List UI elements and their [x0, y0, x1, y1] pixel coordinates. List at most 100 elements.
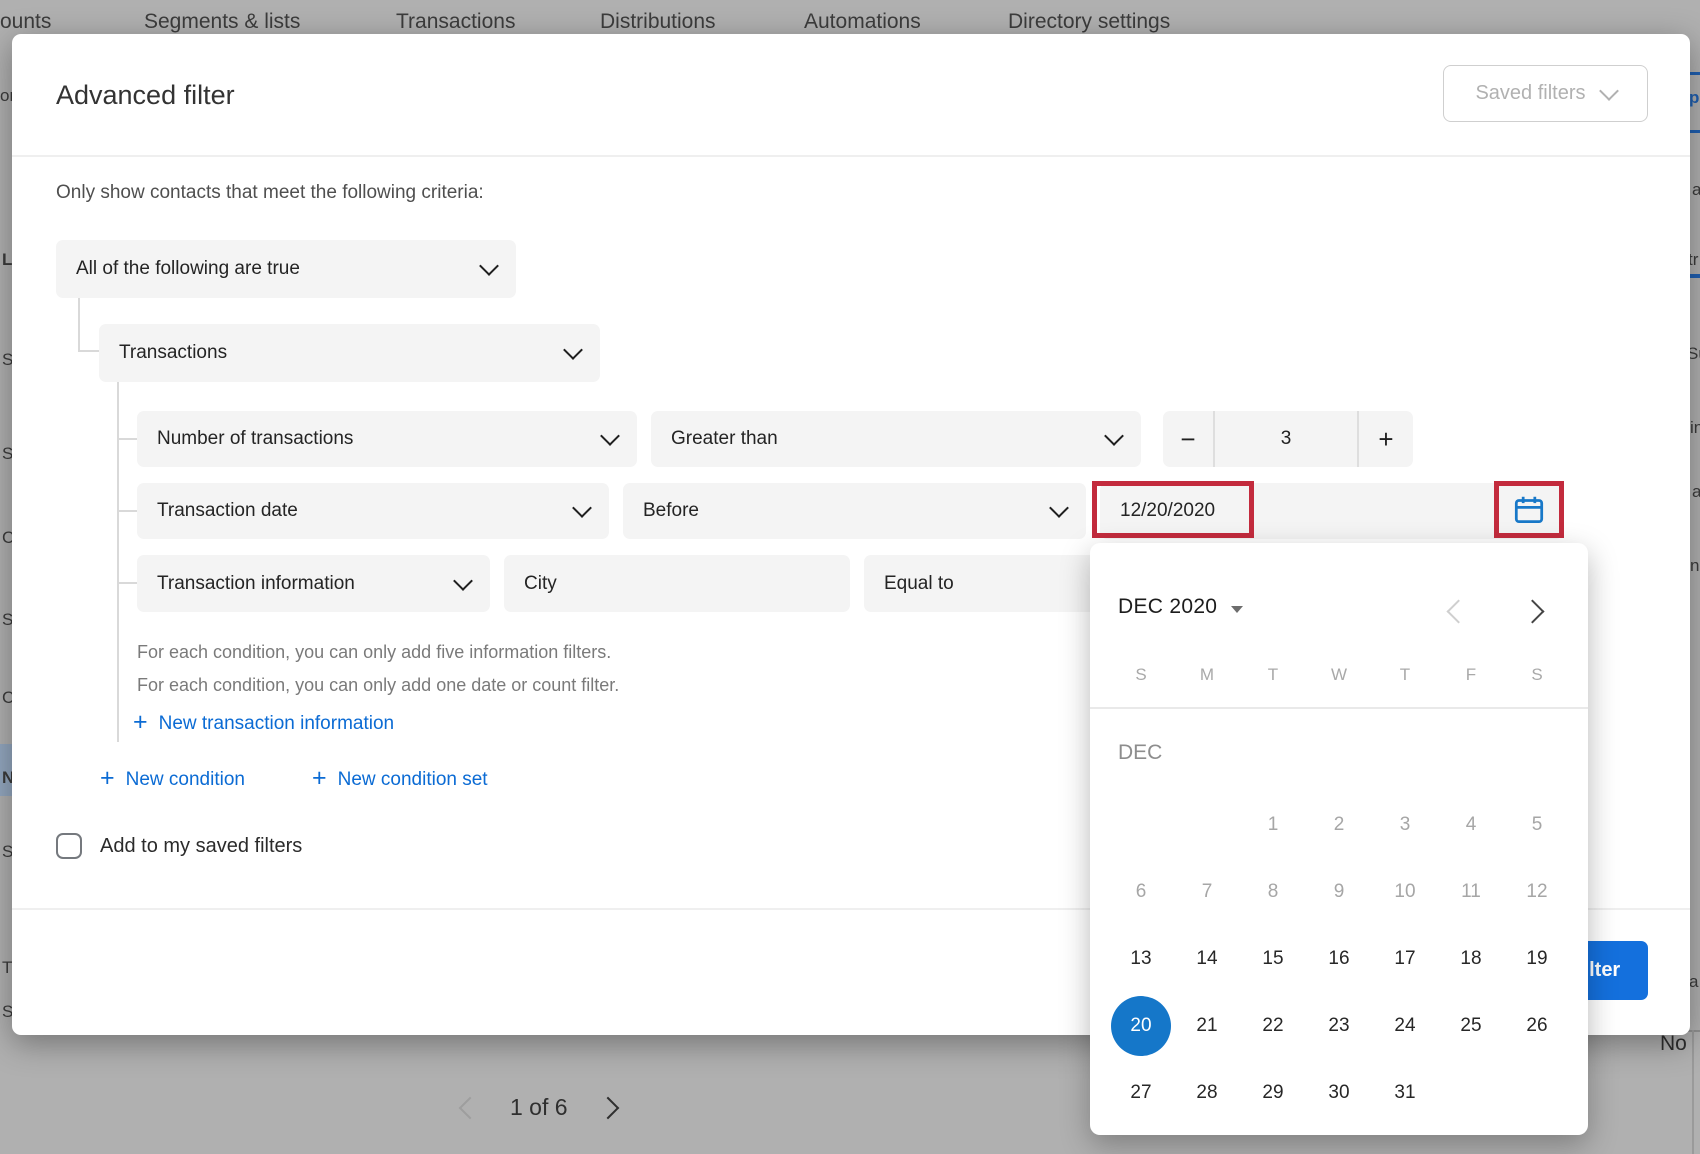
date-field-value: Transaction date	[157, 500, 298, 522]
new-transaction-information-link[interactable]: + New transaction information	[133, 712, 394, 735]
pagination-next-icon[interactable]	[596, 1096, 619, 1119]
date-operator-value: Before	[643, 500, 699, 522]
info-field-value: Transaction information	[157, 573, 355, 595]
screen: ounts Segments & lists Transactions Distrib…	[0, 0, 1700, 1154]
chevron-down-icon	[479, 256, 499, 276]
count-field-value: Number of transactions	[157, 428, 353, 450]
calendar-day[interactable]: 17	[1372, 925, 1438, 992]
info-field-dropdown[interactable]: Transaction information	[137, 555, 490, 612]
calendar-day	[1504, 1059, 1570, 1126]
count-value-input[interactable]: 3	[1215, 411, 1357, 467]
calendar-day: 1	[1240, 791, 1306, 858]
criteria-intro-text: Only show contacts that meet the followi…	[56, 182, 484, 204]
count-operator-value: Greater than	[671, 428, 778, 450]
calendar-day: 6	[1108, 858, 1174, 925]
calendar-day: 8	[1240, 858, 1306, 925]
calendar-day[interactable]: 24	[1372, 992, 1438, 1059]
calendar-day[interactable]: 25	[1438, 992, 1504, 1059]
count-field-dropdown[interactable]: Number of transactions	[137, 411, 637, 467]
chevron-down-icon	[1104, 426, 1124, 446]
info-attribute-field[interactable]: City	[504, 555, 850, 612]
weekday-label: T	[1372, 665, 1438, 685]
calendar-day[interactable]: 23	[1306, 992, 1372, 1059]
count-stepper: − 3 +	[1163, 411, 1413, 467]
bg-text-fragment: in	[1690, 418, 1700, 438]
stepper-minus-button[interactable]: −	[1163, 411, 1213, 467]
month-year-dropdown[interactable]: DEC 2020	[1118, 595, 1243, 619]
plus-icon: +	[133, 710, 148, 735]
new-condition-set-link[interactable]: + New condition set	[312, 768, 488, 791]
condition-group-dropdown[interactable]: All of the following are true	[56, 240, 516, 298]
calendar-day: 4	[1438, 791, 1504, 858]
date-field-dropdown[interactable]: Transaction date	[137, 483, 609, 539]
calendar-day	[1174, 791, 1240, 858]
calendar-day[interactable]: 29	[1240, 1059, 1306, 1126]
condition-source-value: Transactions	[119, 342, 227, 364]
month-tag: DEC	[1118, 741, 1162, 765]
add-to-saved-filters-checkbox[interactable]	[56, 833, 82, 859]
calendar-day[interactable]: 27	[1108, 1059, 1174, 1126]
nav-tab[interactable]: Directory settings	[1008, 10, 1170, 34]
condition-source-dropdown[interactable]: Transactions	[99, 324, 600, 382]
calendar-day[interactable]: 13	[1108, 925, 1174, 992]
prev-month-icon[interactable]	[1446, 599, 1470, 623]
weekday-label: W	[1306, 665, 1372, 685]
nav-tab[interactable]: Distributions	[600, 10, 716, 34]
calendar-day[interactable]: 18	[1438, 925, 1504, 992]
condition-group-value: All of the following are true	[76, 258, 300, 280]
pagination-prev-icon[interactable]	[459, 1096, 482, 1119]
calendar-day-selected[interactable]: 20	[1111, 996, 1171, 1056]
saved-filters-button[interactable]: Saved filters	[1443, 65, 1648, 122]
chevron-down-icon	[600, 426, 620, 446]
stepper-plus-button[interactable]: +	[1359, 411, 1413, 467]
bg-text-fragment: a	[1692, 180, 1700, 200]
calendar-day[interactable]: 22	[1240, 992, 1306, 1059]
date-picker-popup: DEC 2020 SMTWTFS DEC 1234567891011121314…	[1090, 543, 1588, 1135]
saved-filters-label: Saved filters	[1475, 82, 1585, 105]
calendar-day[interactable]: 31	[1372, 1059, 1438, 1126]
calendar-day[interactable]: 26	[1504, 992, 1570, 1059]
calendar-day: 11	[1438, 858, 1504, 925]
calendar-day[interactable]: 15	[1240, 925, 1306, 992]
bg-fragment-bar	[1690, 72, 1700, 75]
chevron-down-icon	[453, 571, 473, 591]
tree-connector	[117, 382, 119, 742]
weekday-label: S	[1108, 665, 1174, 685]
calendar-day[interactable]: 16	[1306, 925, 1372, 992]
chevron-down-icon	[572, 498, 592, 518]
bg-text-fragment: a	[1692, 482, 1700, 502]
calendar-day: 2	[1306, 791, 1372, 858]
weekday-label: S	[1504, 665, 1570, 685]
calendar-day: 10	[1372, 858, 1438, 925]
calendar-day[interactable]: 19	[1504, 925, 1570, 992]
nav-tab[interactable]: Automations	[804, 10, 921, 34]
add-to-saved-filters-label: Add to my saved filters	[100, 835, 302, 858]
weekday-header-row: SMTWTFS	[1108, 665, 1570, 685]
weekday-label: F	[1438, 665, 1504, 685]
pagination-page-label: 1 of 6	[510, 1094, 568, 1121]
chevron-down-icon	[1599, 81, 1619, 101]
calendar-day[interactable]: 30	[1306, 1059, 1372, 1126]
nav-tab[interactable]: Segments & lists	[144, 10, 300, 34]
count-operator-dropdown[interactable]: Greater than	[651, 411, 1141, 467]
annotation-box-date-value	[1092, 481, 1254, 538]
calendar-day[interactable]: 14	[1174, 925, 1240, 992]
new-condition-link[interactable]: + New condition	[100, 768, 245, 791]
plus-icon: +	[312, 766, 327, 791]
next-month-icon[interactable]	[1520, 599, 1544, 623]
calendar-day[interactable]: 28	[1174, 1059, 1240, 1126]
nav-tab[interactable]: ounts	[0, 10, 51, 34]
tree-connector	[117, 582, 137, 584]
info-operator-value: Equal to	[884, 573, 954, 595]
header-divider	[12, 155, 1690, 157]
tree-connector	[117, 438, 137, 440]
calendar-day	[1438, 1059, 1504, 1126]
bg-text-fragment: p	[1689, 88, 1699, 108]
modal-title: Advanced filter	[56, 80, 235, 111]
date-operator-dropdown[interactable]: Before	[623, 483, 1086, 539]
calendar-day[interactable]: 21	[1174, 992, 1240, 1059]
nav-tab[interactable]: Transactions	[396, 10, 515, 34]
tree-connector	[78, 350, 99, 352]
new-condition-set-label: New condition set	[338, 769, 488, 791]
calendar-day: 5	[1504, 791, 1570, 858]
